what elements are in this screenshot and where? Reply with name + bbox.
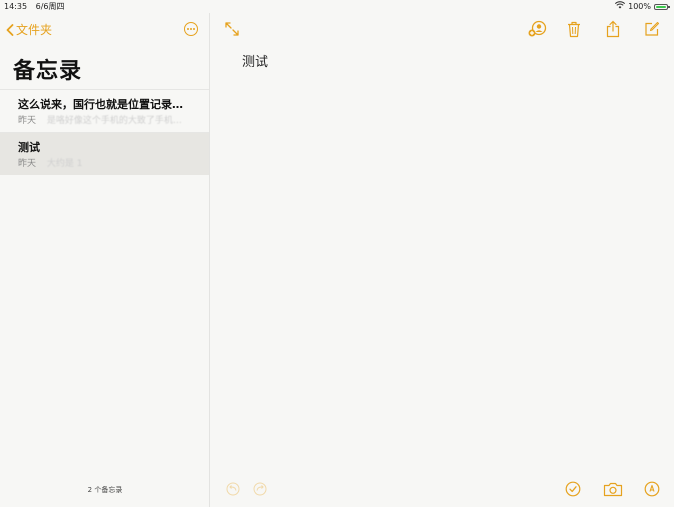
ellipsis-icon	[187, 28, 189, 30]
chevron-left-icon	[6, 23, 14, 36]
add-people-icon[interactable]	[527, 19, 547, 39]
status-date: 6/6周四	[35, 2, 65, 11]
note-meta: 昨天 是咯好像这个手机的大致了手机…	[18, 113, 200, 126]
status-time: 14:35	[4, 2, 28, 11]
battery-percent: 100%	[628, 2, 651, 11]
notes-list: 这么说来，国行也就是位置记录… 昨天 是咯好像这个手机的大致了手机… 测试 昨天…	[0, 89, 209, 175]
battery-icon	[654, 3, 670, 10]
markup-icon[interactable]	[643, 480, 661, 498]
wifi-icon	[615, 0, 626, 13]
expand-icon[interactable]	[223, 20, 241, 38]
note-date: 昨天	[18, 159, 37, 169]
note-preview: 是咯好像这个手机的大致了手机…	[46, 116, 182, 126]
list-item-selected[interactable]: 测试 昨天 大约是 1	[0, 132, 209, 175]
note-title: 测试	[18, 141, 40, 154]
sidebar: 文件夹 备忘录 这么说来，国行也就是位置记录… 昨天 是咯好像这个手机的大致了手…	[0, 13, 210, 507]
checklist-icon[interactable]	[564, 480, 582, 498]
note-editor: 测试	[211, 13, 674, 507]
redo-icon[interactable]	[252, 481, 268, 497]
note-heading[interactable]: 测试	[242, 51, 268, 70]
list-item[interactable]: 这么说来，国行也就是位置记录… 昨天 是咯好像这个手机的大致了手机…	[0, 89, 209, 132]
note-preview: 大约是 1	[46, 159, 83, 169]
camera-icon[interactable]	[602, 480, 624, 498]
note-meta: 昨天 大约是 1	[18, 156, 200, 169]
note-date: 昨天	[18, 116, 37, 126]
status-bar: 14:35 6/6周四 100%	[0, 0, 674, 13]
more-options-button[interactable]	[184, 22, 198, 36]
notes-count: 2 个备忘录	[87, 486, 123, 494]
back-to-folders-button[interactable]: 文件夹	[6, 21, 52, 38]
undo-icon[interactable]	[225, 481, 241, 497]
battery-fill	[656, 5, 666, 8]
trash-icon[interactable]	[565, 19, 583, 39]
compose-icon[interactable]	[643, 19, 661, 39]
note-title: 这么说来，国行也就是位置记录…	[18, 98, 183, 111]
back-label: 文件夹	[16, 23, 53, 37]
page-title: 备忘录	[13, 59, 83, 84]
share-icon[interactable]	[604, 19, 622, 39]
